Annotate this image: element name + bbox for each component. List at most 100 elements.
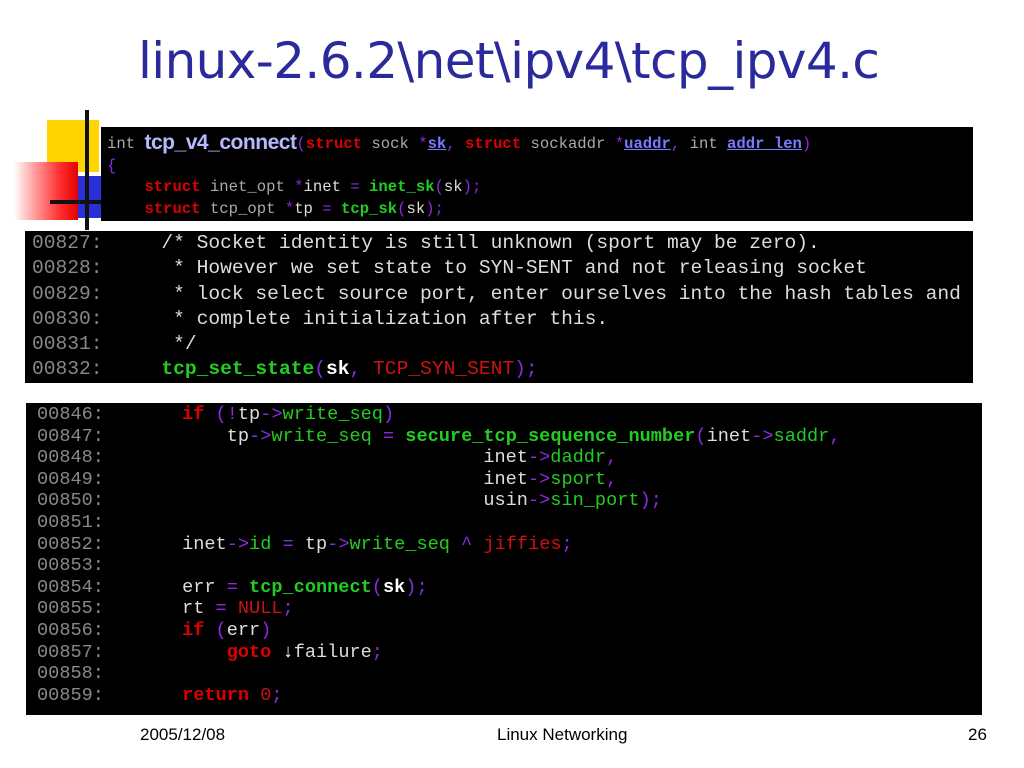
code-token: failure — [293, 641, 372, 663]
code-token: sk — [443, 178, 463, 196]
code-line: 00830: * complete initialization after t… — [32, 307, 961, 332]
code-token: = — [271, 533, 305, 555]
code-token: inet — [483, 447, 528, 469]
code-token: , — [829, 425, 841, 447]
code-token: ( — [695, 425, 707, 447]
footer-title: Linux Networking — [497, 725, 628, 744]
code-token: inet — [182, 533, 227, 555]
code-token: ↓ — [282, 641, 294, 663]
code-token: ) — [382, 404, 395, 425]
code-token: tcp_v4_connect — [144, 131, 297, 154]
code-line: 00851: — [37, 512, 841, 534]
code-line: 00846: if (!tp->write_seq) — [37, 404, 841, 426]
code-token: tp — [304, 533, 328, 555]
code-line: 00829: * lock select source port, enter … — [32, 282, 961, 307]
code-token: ( — [204, 404, 227, 425]
code-token: sport — [550, 468, 607, 490]
code-line: 00858: — [37, 663, 841, 685]
line-number: 00831: — [32, 333, 103, 356]
line-number: 00830: — [32, 307, 103, 330]
code-token: -> — [527, 490, 551, 512]
code-token: write_seq — [282, 404, 383, 425]
footer-page-number: 26 — [968, 725, 987, 744]
code-line: int tcp_v4_connect(struct sock *sk, stru… — [107, 132, 811, 156]
code-token: -> — [249, 425, 272, 447]
code-token: ) — [801, 135, 812, 153]
code-token: * complete initialization after this. — [102, 307, 609, 330]
code-token: ); — [514, 358, 538, 381]
code-token: int — [689, 135, 728, 153]
code-line: 00854: err = tcp_connect(sk); — [37, 577, 841, 599]
code-token: -> — [260, 404, 283, 425]
code-line: 00856: if (err) — [37, 620, 841, 642]
code-token: * — [284, 199, 295, 218]
code-token: = — [204, 598, 238, 620]
slide-title: linux-2.6.2\net\ipv4\tcp_ipv4.c — [138, 32, 880, 90]
code-token: { — [107, 156, 117, 175]
code-token: int — [107, 135, 145, 153]
code-token: inet_opt — [200, 178, 295, 196]
footer-date: 2005/12/08 — [140, 725, 226, 744]
code-token: tp — [226, 425, 250, 447]
code-token: -> — [327, 533, 350, 555]
code-token: ^ — [449, 533, 484, 555]
line-number: 00859: — [37, 684, 104, 706]
code-token: tp — [237, 404, 261, 425]
line-number: 00849: — [37, 468, 104, 490]
code-token: , — [446, 135, 465, 153]
code-token: ( — [371, 576, 383, 598]
code-token: inet_sk — [369, 178, 435, 196]
code-token: ( — [314, 358, 326, 381]
code-line: 00832: tcp_set_state(sk, TCP_SYN_SENT); — [32, 357, 961, 382]
code-token: = — [312, 199, 341, 218]
code-line: { — [107, 156, 811, 178]
code-token: struct — [144, 178, 201, 196]
code-token: rt — [182, 598, 205, 620]
code-token: struct — [465, 135, 522, 153]
code-token: /* Socket identity is still unknown (spo… — [102, 232, 820, 254]
code-token: * lock select source port, enter ourselv… — [102, 282, 961, 305]
code-token: ! — [226, 404, 238, 425]
code-token: sockaddr — [521, 135, 615, 153]
code-token: secure_tcp_sequence_number — [405, 425, 696, 447]
code-token: id — [249, 533, 272, 555]
code-token: , — [606, 447, 618, 469]
code-token: sk — [382, 576, 406, 598]
code-token: ( — [434, 178, 444, 196]
code-token: tcp_connect — [249, 576, 372, 598]
code-token: ); — [425, 199, 444, 218]
line-number: 00847: — [37, 425, 104, 447]
code-token: sk — [325, 358, 350, 381]
code-token: ); — [462, 178, 482, 196]
decorative-red-gradient — [14, 162, 78, 220]
code-token: write_seq — [349, 533, 450, 555]
code-token: = — [371, 425, 406, 447]
decorative-horizontal-line — [50, 200, 102, 204]
code-line: 00828: * However we set state to SYN-SEN… — [32, 256, 961, 281]
code-token: sock — [362, 135, 419, 153]
code-token: ; — [561, 533, 573, 555]
code-token: NULL — [237, 598, 283, 620]
line-number: 00854: — [37, 576, 104, 598]
code-token: * — [294, 178, 304, 196]
code-listing: 00846: if (!tp->write_seq) 00847: tp->wri… — [37, 404, 841, 706]
line-number: 00848: — [37, 447, 104, 469]
code-token: ; — [371, 641, 383, 663]
code-line: 00848: inet->daddr, — [37, 447, 841, 469]
code-token: ); — [405, 576, 428, 598]
code-token: ( — [296, 135, 306, 153]
code-token: ); — [639, 490, 662, 512]
line-number: 00857: — [37, 641, 104, 663]
code-token: tcp_opt — [200, 199, 285, 218]
code-line: 00849: inet->sport, — [37, 469, 841, 491]
code-line: 00857: goto ↓failure; — [37, 642, 841, 664]
code-token: * — [418, 135, 428, 153]
code-token: sk — [406, 199, 426, 218]
code-token: tcp_set_state — [161, 358, 315, 381]
line-number: 00855: — [37, 598, 104, 620]
